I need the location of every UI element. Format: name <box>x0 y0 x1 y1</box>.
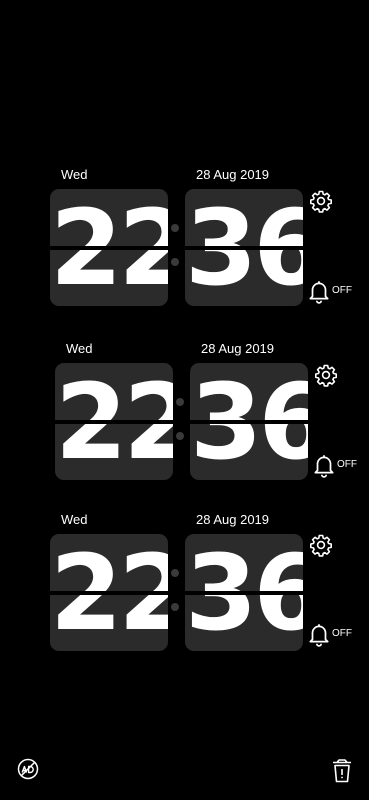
date-label: 28 Aug 2019 <box>196 167 270 182</box>
minutes-card: 36 <box>190 363 308 480</box>
colon-dot-top <box>171 569 179 577</box>
flip-divider <box>185 246 303 250</box>
day-label: Wed <box>66 341 93 356</box>
flip-divider <box>55 420 173 424</box>
settings-button[interactable] <box>314 363 338 387</box>
bell-icon <box>314 455 334 478</box>
bell-icon <box>309 281 329 304</box>
clock-widget: Wed 28 Aug 2019 22 36 OFF <box>0 342 369 487</box>
bell-icon <box>309 624 329 647</box>
clock-widget: Wed 28 Aug 2019 22 36 OFF <box>0 513 369 658</box>
colon-dot-top <box>171 224 179 232</box>
alarm-status-label: OFF <box>337 459 357 470</box>
flip-divider <box>185 591 303 595</box>
alarm-toggle-button[interactable] <box>306 621 332 647</box>
hours-card: 22 <box>55 363 173 480</box>
minutes-card: 36 <box>185 534 303 651</box>
flip-divider <box>190 420 308 424</box>
remove-ads-button[interactable] <box>16 757 40 781</box>
settings-button[interactable] <box>309 533 333 557</box>
settings-button[interactable] <box>309 189 333 213</box>
flip-divider <box>50 246 168 250</box>
date-label: 28 Aug 2019 <box>196 512 270 527</box>
flip-divider <box>50 591 168 595</box>
day-label: Wed <box>61 512 88 527</box>
gear-icon <box>310 534 332 557</box>
no-ads-icon <box>17 758 39 780</box>
alarm-toggle-button[interactable] <box>306 278 332 304</box>
hours-card: 22 <box>50 534 168 651</box>
alarm-status-label: OFF <box>332 628 352 639</box>
hours-card: 22 <box>50 189 168 306</box>
delete-button[interactable] <box>330 758 354 784</box>
colon-dot-bottom <box>171 258 179 266</box>
clock-widget: Wed 28 Aug 2019 22 36 OFF <box>0 168 369 313</box>
colon-dot-top <box>176 398 184 406</box>
gear-icon <box>315 364 337 387</box>
trash-icon <box>333 759 351 783</box>
day-label: Wed <box>61 167 88 182</box>
date-label: 28 Aug 2019 <box>201 341 275 356</box>
gear-icon <box>310 190 332 213</box>
colon-dot-bottom <box>176 432 184 440</box>
minutes-card: 36 <box>185 189 303 306</box>
colon-dot-bottom <box>171 603 179 611</box>
alarm-toggle-button[interactable] <box>311 452 337 478</box>
alarm-status-label: OFF <box>332 285 352 296</box>
